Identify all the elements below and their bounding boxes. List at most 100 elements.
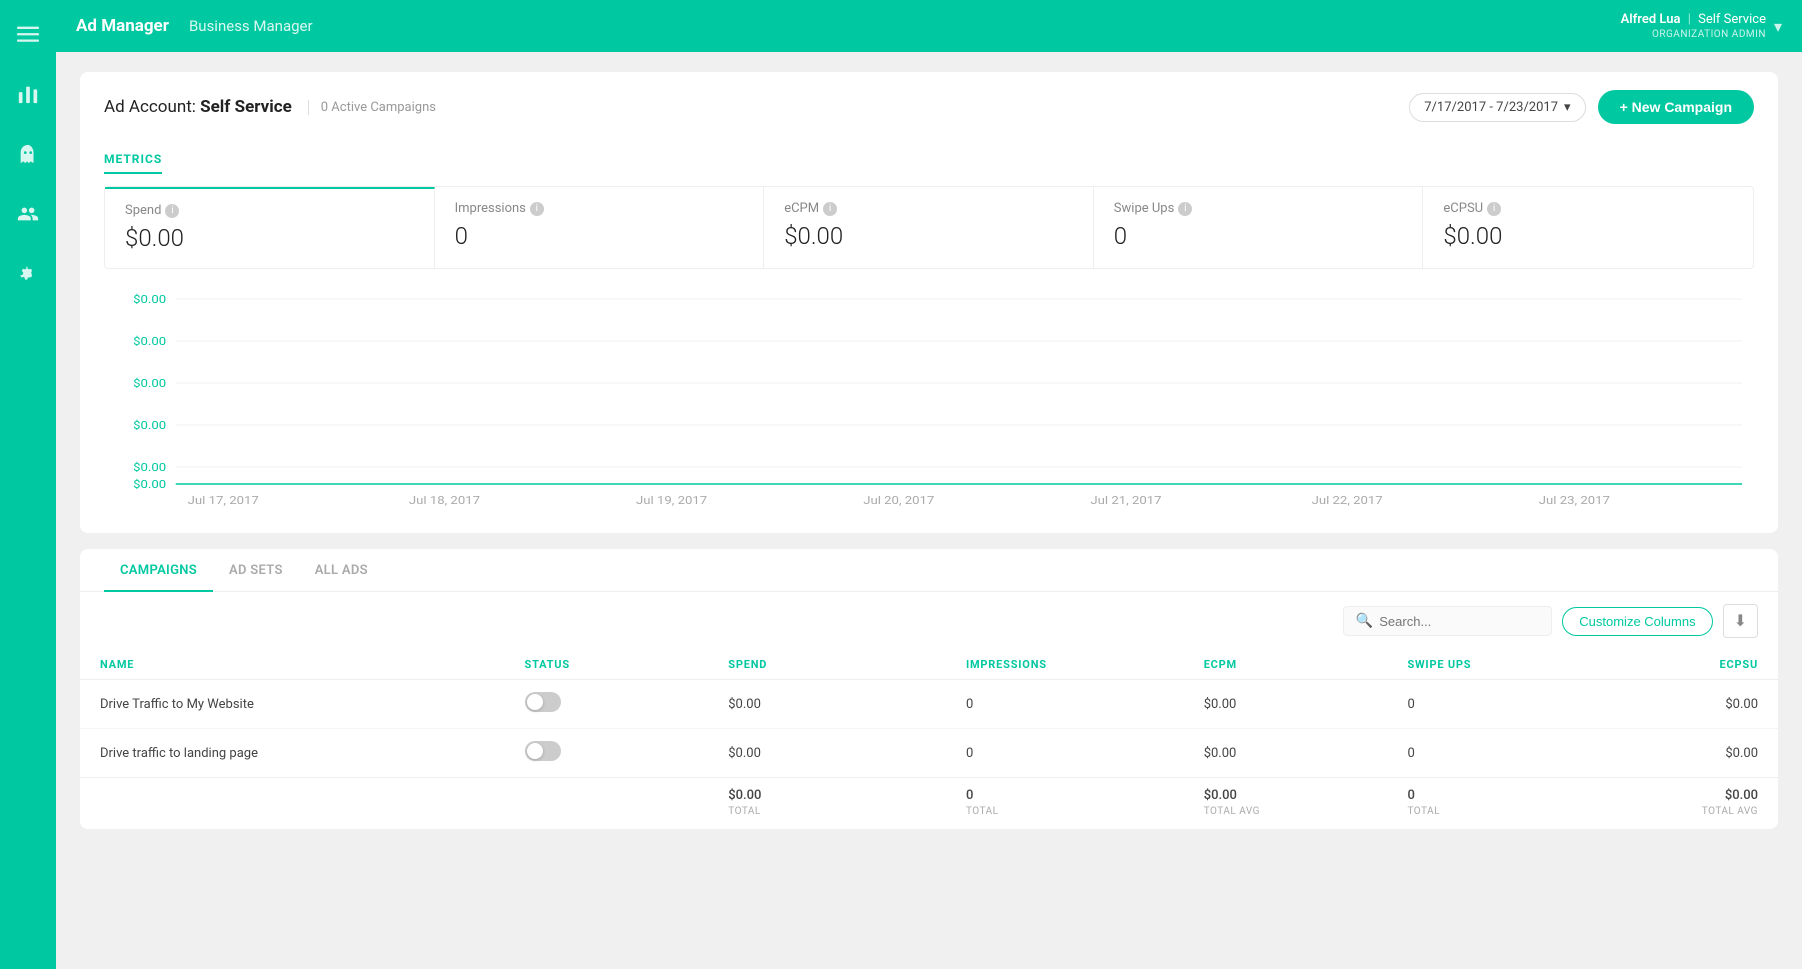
account-title: Ad Account: Self Service xyxy=(104,97,292,117)
metrics-label: METRICS xyxy=(104,138,162,174)
svg-text:Jul 18, 2017: Jul 18, 2017 xyxy=(409,494,480,507)
campaign-status-cell xyxy=(505,680,709,729)
col-header-swipe-ups: SWIPE UPS xyxy=(1387,650,1591,680)
total-ecpm-label: TOTAL AVG xyxy=(1204,806,1260,817)
active-campaigns-badge: 0 Active Campaigns xyxy=(308,100,436,115)
svg-text:Jul 23, 2017: Jul 23, 2017 xyxy=(1539,494,1610,507)
account-header-left: Ad Account: Self Service 0 Active Campai… xyxy=(104,97,436,117)
new-campaign-button[interactable]: + New Campaign xyxy=(1598,90,1754,124)
ghost-icon[interactable] xyxy=(10,136,46,172)
campaign-name-cell: Drive traffic to landing page xyxy=(80,729,505,778)
account-name: Self Service xyxy=(200,97,292,117)
nav-left: Ad Manager Business Manager xyxy=(76,16,313,36)
total-spend-label: TOTAL xyxy=(728,806,761,817)
campaign-ecpm-cell: $0.00 xyxy=(1184,680,1388,729)
totals-row: $0.00 TOTAL 0 TOTAL $0.00 TOTAL AVG 0 xyxy=(80,778,1778,830)
app-subtitle[interactable]: Business Manager xyxy=(189,17,313,35)
user-pipe: | xyxy=(1688,12,1691,27)
totals-name-cell xyxy=(80,778,505,830)
metric-info-icon[interactable]: i xyxy=(530,202,544,216)
totals-ecpsu-cell: $0.00 TOTAL AVG xyxy=(1591,778,1778,830)
campaign-impressions-cell: 0 xyxy=(946,680,1184,729)
total-ecpm-value: $0.00 xyxy=(1204,788,1368,803)
metric-cell-swipe-ups[interactable]: Swipe Ups i 0 xyxy=(1094,187,1424,268)
table-controls: 🔍 Customize Columns ⬇ xyxy=(80,592,1778,650)
user-info: Alfred Lua | Self Service ORGANIZATION A… xyxy=(1621,12,1766,40)
total-impressions-label: TOTAL xyxy=(966,806,999,817)
campaign-spend-cell: $0.00 xyxy=(708,680,946,729)
campaign-status-cell xyxy=(505,729,709,778)
metric-info-icon[interactable]: i xyxy=(165,204,179,218)
table-row: Drive traffic to landing page $0.00 0 $0… xyxy=(80,729,1778,778)
metric-name: Spend i xyxy=(125,203,414,218)
campaign-toggle[interactable] xyxy=(525,692,561,712)
metric-name: eCPM i xyxy=(784,201,1073,216)
totals-spend-cell: $0.00 TOTAL xyxy=(708,778,946,830)
tab-campaigns[interactable]: CAMPAIGNS xyxy=(104,549,213,592)
chart-svg: $0.00 $0.00 $0.00 $0.00 $0.00 $0.00 Jul … xyxy=(104,289,1754,509)
user-name: Alfred Lua xyxy=(1621,12,1681,27)
totals-status-cell xyxy=(505,778,709,830)
campaign-ecpsu-cell: $0.00 xyxy=(1591,680,1778,729)
metric-value: $0.00 xyxy=(784,222,1073,250)
metric-cell-ecpm[interactable]: eCPM i $0.00 xyxy=(764,187,1094,268)
campaigns-table: NAME STATUS SPEND IMPRESSIONS ECPM SWIPE… xyxy=(80,650,1778,829)
metric-name: Impressions i xyxy=(455,201,744,216)
svg-text:Jul 17, 2017: Jul 17, 2017 xyxy=(188,494,259,507)
svg-text:$0.00: $0.00 xyxy=(133,293,166,306)
col-header-impressions: IMPRESSIONS xyxy=(946,650,1184,680)
metric-cell-ecpsu[interactable]: eCPSU i $0.00 xyxy=(1423,187,1753,268)
metric-value: 0 xyxy=(1114,222,1403,250)
user-chevron-icon[interactable]: ▾ xyxy=(1774,17,1782,36)
svg-text:$0.00: $0.00 xyxy=(133,377,166,390)
campaign-swipeups-cell: 0 xyxy=(1387,729,1591,778)
date-chevron-icon: ▾ xyxy=(1564,100,1571,115)
metric-value: $0.00 xyxy=(1443,222,1733,250)
date-range-label: 7/17/2017 - 7/23/2017 xyxy=(1424,100,1558,115)
campaign-ecpm-cell: $0.00 xyxy=(1184,729,1388,778)
table-row: Drive Traffic to My Website $0.00 0 $0.0… xyxy=(80,680,1778,729)
settings-icon[interactable] xyxy=(10,256,46,292)
tab-all-ads[interactable]: ALL ADS xyxy=(299,549,384,592)
top-nav: Ad Manager Business Manager Alfred Lua |… xyxy=(56,0,1802,52)
main-wrapper: Ad Manager Business Manager Alfred Lua |… xyxy=(56,0,1802,969)
download-button[interactable]: ⬇ xyxy=(1723,604,1758,638)
hamburger-icon[interactable] xyxy=(10,16,46,52)
metric-info-icon[interactable]: i xyxy=(1487,202,1501,216)
chart-icon[interactable] xyxy=(10,76,46,112)
metric-info-icon[interactable]: i xyxy=(823,202,837,216)
tab-ad-sets[interactable]: AD SETS xyxy=(213,549,299,592)
search-icon: 🔍 xyxy=(1356,613,1373,629)
chart-area: $0.00 $0.00 $0.00 $0.00 $0.00 $0.00 Jul … xyxy=(80,269,1778,533)
nav-right: Alfred Lua | Self Service ORGANIZATION A… xyxy=(1621,12,1782,40)
date-picker[interactable]: 7/17/2017 - 7/23/2017 ▾ xyxy=(1409,93,1585,122)
svg-text:Jul 22, 2017: Jul 22, 2017 xyxy=(1312,494,1383,507)
metric-cell-impressions[interactable]: Impressions i 0 xyxy=(435,187,765,268)
campaign-ecpsu-cell: $0.00 xyxy=(1591,729,1778,778)
metrics-section: METRICS Spend i $0.00 Impressions i 0 eC… xyxy=(80,138,1778,269)
campaign-spend-cell: $0.00 xyxy=(708,729,946,778)
total-swipeups-value: 0 xyxy=(1407,788,1571,803)
metrics-card: Ad Account: Self Service 0 Active Campai… xyxy=(80,72,1778,533)
metric-info-icon[interactable]: i xyxy=(1178,202,1192,216)
people-icon[interactable] xyxy=(10,196,46,232)
metric-cell-spend[interactable]: Spend i $0.00 xyxy=(105,187,435,268)
campaign-toggle[interactable] xyxy=(525,741,561,761)
campaign-name-cell: Drive Traffic to My Website xyxy=(80,680,505,729)
sidebar xyxy=(0,0,56,969)
metric-name: eCPSU i xyxy=(1443,201,1733,216)
campaign-swipeups-cell: 0 xyxy=(1387,680,1591,729)
totals-ecpm-cell: $0.00 TOTAL AVG xyxy=(1184,778,1388,830)
search-input[interactable] xyxy=(1379,614,1539,629)
svg-text:Jul 21, 2017: Jul 21, 2017 xyxy=(1090,494,1161,507)
customize-columns-button[interactable]: Customize Columns xyxy=(1562,607,1712,636)
search-box: 🔍 xyxy=(1343,606,1552,636)
total-spend-value: $0.00 xyxy=(728,788,926,803)
total-swipeups-label: TOTAL xyxy=(1407,806,1440,817)
col-header-ecpm: ECPM xyxy=(1184,650,1388,680)
tabs: CAMPAIGNS AD SETS ALL ADS xyxy=(80,549,1778,592)
content-area: Ad Account: Self Service 0 Active Campai… xyxy=(56,52,1802,969)
col-header-ecpsu: ECPSU xyxy=(1591,650,1778,680)
account-header: Ad Account: Self Service 0 Active Campai… xyxy=(80,72,1778,138)
account-label: Ad Account: xyxy=(104,97,196,117)
